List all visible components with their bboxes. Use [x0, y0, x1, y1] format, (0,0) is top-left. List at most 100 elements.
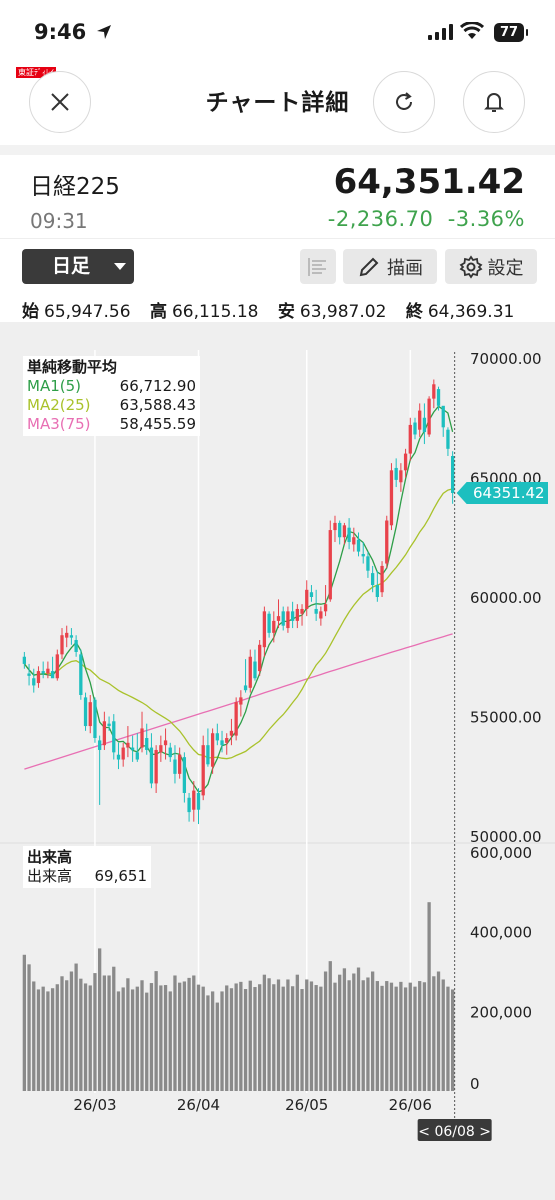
volume-tick-label: 0 [470, 1075, 480, 1093]
candle-body [112, 721, 116, 753]
candle-body [187, 797, 191, 813]
volume-legend: 出来高 出来高 69,651 [23, 846, 151, 888]
candle-body [27, 673, 31, 676]
candle-body [366, 556, 370, 571]
candle-body [173, 759, 177, 774]
volume-bar [432, 976, 436, 1091]
volume-bar [32, 981, 36, 1091]
candle-body [220, 740, 224, 746]
x-tick-label: 26/06 [389, 1096, 432, 1114]
candle-body [450, 455, 455, 494]
ma2-value: 63,588.43 [119, 396, 196, 414]
volume-bar [98, 948, 102, 1091]
volume-bar [22, 954, 27, 1091]
volume-bar [394, 986, 398, 1091]
candle-body [281, 611, 285, 626]
candle-body [234, 702, 238, 736]
candle-body [107, 723, 111, 727]
volume-bar [163, 985, 168, 1091]
volume-bar [295, 974, 299, 1091]
candle-body [102, 721, 107, 746]
volume-bar [112, 966, 116, 1091]
volume-bar [305, 979, 309, 1091]
candle-body [79, 654, 83, 695]
volume-bar [50, 988, 55, 1091]
candle-body [116, 754, 121, 760]
volume-bar [149, 983, 154, 1091]
candle-body [140, 728, 144, 748]
volume-bar [107, 975, 111, 1091]
candle-body [192, 790, 196, 810]
volume-bar [41, 986, 45, 1091]
candle-body [290, 611, 295, 621]
volume-bar [234, 983, 238, 1091]
volume-bar [403, 987, 408, 1091]
volume-bar [450, 989, 455, 1091]
volume-bar [187, 977, 191, 1091]
candle-body [210, 733, 215, 767]
candle-body [300, 608, 304, 614]
volume-bar [436, 971, 441, 1091]
candle-body [338, 522, 342, 538]
candle-body [352, 537, 356, 545]
candle-body [380, 565, 384, 593]
candle-body [130, 747, 135, 750]
volume-bar [65, 980, 69, 1091]
candle-body [427, 398, 431, 435]
volume-bar [225, 985, 229, 1091]
candle-body [135, 752, 139, 760]
ma1-name: MA1(5) [27, 377, 81, 395]
volume-bar [140, 980, 144, 1091]
candle-body [272, 620, 276, 633]
volume-bar [215, 1002, 219, 1091]
volume-bar [422, 982, 427, 1091]
volume-bar [116, 991, 121, 1091]
volume-bar [370, 971, 375, 1091]
volume-bar [389, 982, 394, 1091]
volume-bar [356, 967, 361, 1091]
candle-body [342, 525, 347, 538]
candle-body [248, 656, 252, 688]
candle-body [225, 738, 229, 743]
candle-body [83, 697, 88, 727]
candle-body [196, 792, 201, 810]
ma-legend-row: MA1(5) 66,712.90 [27, 377, 196, 396]
volume-legend-title: 出来高 [27, 848, 73, 866]
candle-body [74, 640, 78, 652]
volume-tick-label: 200,000 [470, 1003, 532, 1021]
volume-bar [168, 991, 172, 1091]
candle-body [32, 678, 36, 686]
candle-body [36, 671, 41, 684]
volume-bar [385, 981, 389, 1091]
volume-bar [290, 986, 295, 1091]
candle-body [262, 611, 267, 648]
candle-body [309, 592, 314, 597]
candle-body [267, 613, 271, 633]
ma3-value: 58,455.59 [119, 415, 196, 433]
ma-legend-row: MA3(75) 58,455.59 [27, 415, 196, 434]
volume-bar [154, 971, 158, 1091]
volume-bar [366, 977, 370, 1091]
candle-body [394, 467, 398, 480]
volume-bar [135, 986, 139, 1091]
volume-bar [36, 989, 41, 1091]
x-tick-label: 26/05 [285, 1096, 328, 1114]
stock-chart[interactable]: 26/03 26/04 26/05 26/0670000.0065000.006000… [0, 0, 555, 1200]
volume-bar [83, 983, 88, 1091]
candle-body [418, 410, 422, 430]
y-tick-label: 70000.00 [470, 350, 542, 368]
ma2-name: MA2(25) [27, 396, 91, 414]
cursor-date-label: < 06/08 > [418, 1124, 491, 1140]
candle-body [319, 611, 323, 619]
candle-body [441, 405, 445, 428]
volume-bar [130, 989, 135, 1091]
volume-bar [126, 978, 130, 1091]
volume-bar [399, 981, 403, 1091]
volume-bar [418, 981, 422, 1091]
ma1-value: 66,712.90 [119, 377, 196, 395]
volume-bar [74, 963, 78, 1091]
volume-bar [309, 981, 314, 1091]
candle-body [305, 589, 309, 609]
candle-body [253, 661, 257, 679]
candle-body [436, 389, 441, 406]
